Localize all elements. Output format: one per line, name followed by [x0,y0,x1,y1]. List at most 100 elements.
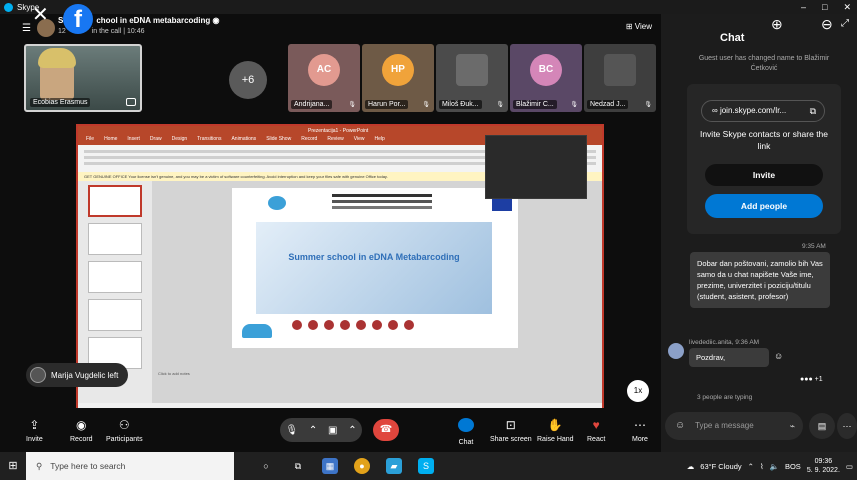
language-indicator[interactable]: BOS [785,462,801,471]
close-window-button[interactable]: ✕ [843,0,851,14]
participant-tile[interactable]: Nedzad J... 🎙 [584,44,656,112]
message-time: 9:35 AM [802,243,826,250]
chat-message: Dobar dan poštovani, zamolio bih Vas sam… [690,252,830,308]
record-button[interactable]: ◉ Record [70,418,93,443]
chat-panel: ⊕ ⊖ ⤢ Chat Guest user has changed name t… [661,14,857,452]
slide-thumbnail [88,185,142,217]
close-icon[interactable]: ✕ [32,2,49,27]
window-controls: – □ ✕ [801,0,851,14]
emoji-react-icon[interactable]: ☺ [774,351,783,361]
mic-muted-icon: 🎙 [644,102,652,108]
mic-muted-icon: 🎙 [348,102,356,108]
participant-initials: HP [382,54,414,86]
expand-icon[interactable]: ⤢ [841,18,849,29]
chat-title: Chat [720,32,745,44]
participant-tile[interactable]: HP Harun Por... 🎙 [362,44,434,112]
skype-window: Skype – □ ✕ ☰ School in eDNA metabarcodi… [0,0,857,480]
partner-logos [292,320,492,330]
skype-taskbar-icon[interactable]: S [418,458,434,474]
maximize-button[interactable]: □ [822,0,827,14]
record-icon: ◉ [76,418,87,432]
chevron-up-icon[interactable]: ⌃ [309,425,317,436]
chrome-icon[interactable]: ● [354,458,370,474]
taskbar-apps: ○ ⧉ ▦ ● ▰ S [258,458,434,474]
more-participants-button[interactable]: +6 [229,61,267,99]
slide-thumbnail [88,223,142,255]
emoji-icon[interactable]: ☺ [675,412,685,440]
windows-start-icon[interactable]: ⊞ [0,452,26,480]
volume-icon[interactable]: 🔈 [770,462,779,471]
title-bar: Skype – □ ✕ [0,0,857,14]
explorer-icon[interactable]: ▰ [386,458,402,474]
weather-icon: ☁ [686,461,695,471]
participants-button[interactable]: ⚇ Participants [106,418,143,443]
invite-button[interactable]: ⇪ Invite [26,418,43,443]
phone-icon: ☎ [379,424,393,435]
participant-initials: BC [530,54,562,86]
chat-button[interactable]: Chat [458,418,474,446]
mic-muted-icon: 🎙 [422,102,430,108]
more-icon: ⋯ [633,418,646,432]
participant-tile[interactable]: BC Blažimir C... 🎙 [510,44,582,112]
left-call-notification: Marija Vugdelic left [26,363,129,387]
add-people-button[interactable]: Add people [705,194,823,218]
media-button[interactable]: ▤ [809,413,835,439]
slide-header-text [332,194,432,197]
grid-icon: ⊞ [625,22,633,31]
invite-contacts-button[interactable]: Invite [705,164,823,186]
join-link[interactable]: ∞ join.skype.com/Ir... ⧉ [701,100,825,122]
slide-canvas: Summer school in eDNA Metabarcoding Clic… [152,181,602,403]
participant-tile[interactable]: AC Andrijana... 🎙 [288,44,360,112]
message-input[interactable]: ☺ Type a message ⌁ [665,412,803,440]
skype-logo-icon [4,2,13,12]
chevron-up-icon[interactable]: ⌃ [748,462,754,471]
slide: Summer school in eDNA Metabarcoding [232,188,518,348]
self-video-tile[interactable]: Ecobias Erasmus [24,44,142,112]
call-header: ☰ School in eDNA metabarcoding ◉ 12 in t… [0,14,660,42]
slide-title: Summer school in eDNA Metabarcoding [288,252,460,262]
share-screen-button[interactable]: ⊡ Share screen [490,418,532,443]
weather-text[interactable]: 63°F Cloudy [700,462,741,471]
copy-icon[interactable]: ⧉ [810,101,816,121]
participant-name: Nedzad J... [587,100,629,109]
facebook-icon: f [63,4,93,34]
ecobias-logo-icon [242,324,272,338]
more-button[interactable]: ⋯ More [632,418,648,443]
mic-camera-controls: 🎙 ⌃ ▣ ⌃ [280,418,362,442]
clock[interactable]: 09:36 5. 9. 2022. [807,457,840,475]
raise-hand-button[interactable]: ✋ Raise Hand [537,418,574,443]
camera-off-icon[interactable]: ▣ [328,425,337,436]
attach-icon[interactable]: ⌁ [790,412,795,440]
camera-icon [126,98,136,106]
invite-text: Invite Skype contacts or share the link [699,129,829,151]
mic-off-icon[interactable]: 🎙 [285,425,298,436]
zoom-out-icon[interactable]: ⊖ [821,16,833,33]
participant-video [604,54,636,86]
view-button[interactable]: ⊞ View [626,22,652,31]
chevron-up-icon[interactable]: ⌃ [348,425,356,436]
ecobias-logo-icon [268,196,286,210]
share-icon: ⇪ [29,418,40,432]
more-options-button[interactable]: ⋯ [837,413,857,439]
taskbar-search[interactable]: ⚲ Type here to search [26,452,234,480]
participant-name: Andrijana... [291,100,333,109]
more-icon: ⋯ [842,421,852,431]
participant-strip: Ecobias Erasmus +6 AC Andrijana... 🎙 HP … [0,42,660,117]
system-message: Guest user has changed name to Blažimir … [698,55,830,72]
share-screen-icon: ⊡ [505,418,516,432]
minimize-button[interactable]: – [801,0,806,14]
message-sender: livedediic.anita, 9:36 AM [689,339,760,346]
store-icon[interactable]: ▦ [322,458,338,474]
cortana-icon[interactable]: ○ [258,458,274,474]
network-icon[interactable]: ⌇ [760,462,764,471]
notifications-icon[interactable]: ▭ [846,462,853,471]
zoom-in-icon[interactable]: ⊕ [771,16,783,33]
task-view-icon[interactable]: ⧉ [290,458,306,474]
sender-avatar [668,343,684,359]
speed-badge[interactable]: 1x [627,380,649,402]
participant-tile[interactable]: Miloš Đuk... 🎙 [436,44,508,112]
mic-muted-icon: 🎙 [496,102,504,108]
hang-up-button[interactable]: ☎ [373,419,399,441]
participant-initials: AC [308,54,340,86]
react-button[interactable]: ♥ React [587,418,605,443]
